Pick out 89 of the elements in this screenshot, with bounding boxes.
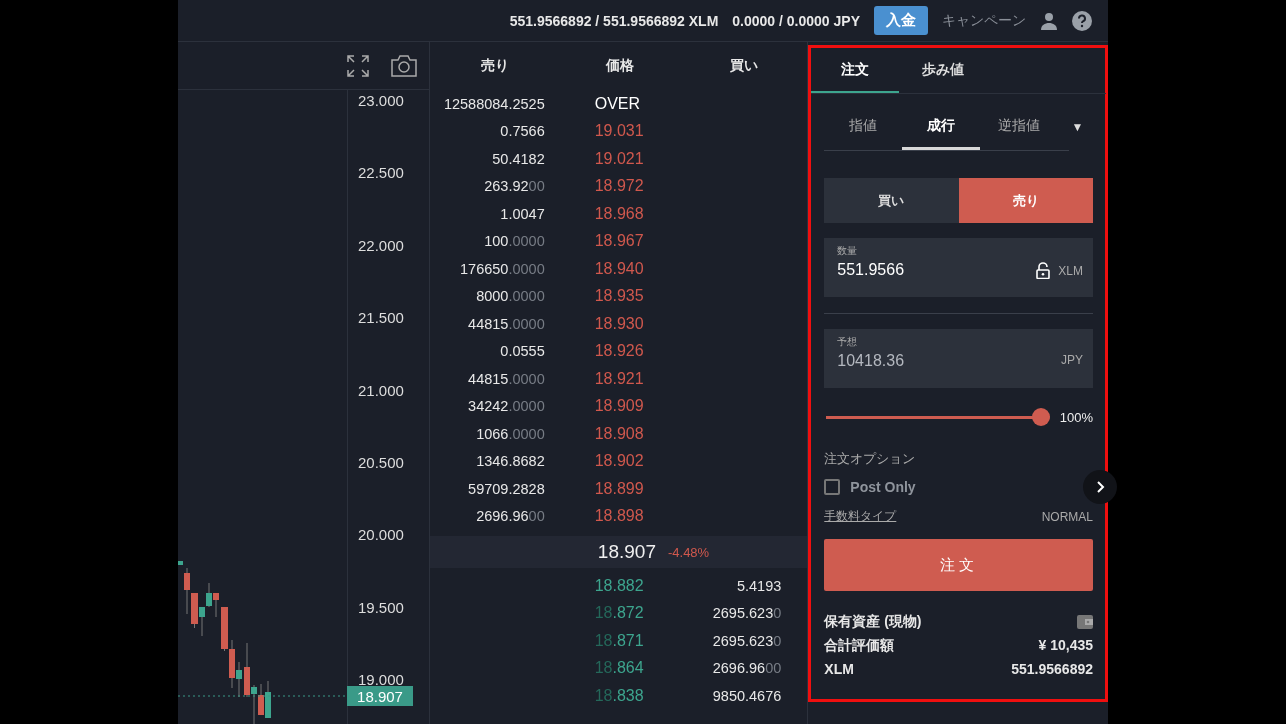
- amount-slider[interactable]: [826, 408, 1050, 426]
- axis-label: 21.000: [358, 381, 404, 399]
- lock-icon[interactable]: [1036, 262, 1051, 279]
- price-cell-text: 18.871: [593, 631, 645, 650]
- axis-label: 20.500: [358, 453, 404, 471]
- campaign-link[interactable]: キャンペーン: [942, 11, 1026, 30]
- amount-cell-text: 50.4182: [491, 150, 545, 167]
- price-cell-text: 18.921: [593, 369, 645, 388]
- price-cell-text: 18.926: [593, 342, 645, 361]
- amount-cell-text: 2696.9600: [475, 508, 545, 525]
- price-cell-text: 18.967: [593, 232, 645, 251]
- axis-label: 22.500: [358, 163, 404, 181]
- change-percent: -4.48%: [667, 544, 710, 560]
- price-cell-text: 18.902: [593, 452, 645, 471]
- order-type-tab[interactable]: 逆指値: [979, 104, 1058, 150]
- amount-cell-text: 44815.0000: [467, 315, 545, 332]
- amount-cell-text: 263.9200: [483, 178, 545, 195]
- chevron-right-icon: [1095, 481, 1105, 493]
- order-type-dropdown[interactable]: ▼: [1071, 104, 1084, 150]
- price-cell-text: 18.908: [593, 424, 645, 443]
- post-only-checkbox[interactable]: Post Only: [824, 479, 916, 495]
- amount-cell-text: 9850.4676: [711, 687, 783, 704]
- amount-cell-text: 0.7566: [499, 123, 545, 140]
- price-cell-text: 18.935: [593, 287, 645, 306]
- holding-value: ¥ 10,435: [1038, 637, 1093, 655]
- axis-label: 20.000: [358, 525, 404, 543]
- price-cell-text: 18.898: [593, 507, 645, 526]
- amount-cell-text: 8000.0000: [475, 288, 545, 305]
- column-header: 買い: [728, 57, 759, 75]
- holding-label: XLM: [824, 661, 854, 677]
- amount-cell-text: 176650.0000: [459, 260, 545, 277]
- fee-type-link[interactable]: 手数料タイプ: [824, 508, 897, 525]
- fullscreen-icon[interactable]: [346, 54, 369, 77]
- amount-cell-text: 44815.0000: [467, 370, 545, 387]
- tab[interactable]: 歩み値: [899, 48, 988, 93]
- last-price: 18.907: [597, 541, 656, 563]
- amount-cell-text: 2695.6230: [711, 605, 783, 622]
- amount-cell-text: 2695.6230: [711, 632, 783, 649]
- axis-label: 19.500: [358, 598, 404, 616]
- amount-cell-text: 100.0000: [483, 233, 545, 250]
- price-cell-text: 18.972: [593, 177, 645, 196]
- axis-label: 23.000: [358, 91, 404, 109]
- holding-label: 合計評価額: [824, 637, 895, 655]
- price-cell-text: 19.021: [593, 149, 645, 168]
- fee-type-value: NORMAL: [1041, 509, 1093, 524]
- amount-cell-text: 34242.0000: [467, 398, 545, 415]
- help-icon[interactable]: [1072, 10, 1092, 31]
- options-title: 注文オプション: [824, 450, 917, 468]
- column-header: 売り: [479, 57, 510, 75]
- price-cell-text: 18.930: [593, 314, 645, 333]
- last-price-tag: 18.907: [347, 686, 413, 706]
- camera-icon[interactable]: [390, 54, 417, 77]
- price-cell-text: 18.882: [593, 576, 645, 595]
- order-type-tab[interactable]: 成行: [902, 104, 980, 150]
- amount-cell-text: 1346.8682: [475, 453, 545, 470]
- amount-cell-text: 5.4193: [735, 577, 783, 594]
- amount-cell-text: 2696.9600: [711, 660, 783, 677]
- price-cell-text: 19.031: [593, 122, 645, 141]
- axis-label: 19.000: [358, 670, 404, 688]
- user-icon[interactable]: [1040, 11, 1058, 30]
- amount-cell-text: 1066.0000: [475, 425, 545, 442]
- holding-value: 551.9566892: [1011, 661, 1093, 677]
- amount-cell-text: 12588084.2525: [442, 95, 545, 112]
- price-cell-text: 18.968: [593, 204, 645, 223]
- column-header: 価格: [604, 57, 635, 75]
- order-button[interactable]: 注文: [824, 539, 1093, 591]
- side-toggle[interactable]: 売り: [958, 178, 1093, 223]
- price-cell-text: 18.864: [593, 659, 645, 678]
- amount-cell-text: 0.0555: [499, 343, 545, 360]
- slider-reading: 100%: [1059, 409, 1093, 425]
- balance-text: 551.9566892 / 551.9566892 XLM: [509, 12, 719, 29]
- side-toggle[interactable]: 買い: [824, 178, 959, 223]
- price-cell-text: 18.899: [593, 479, 645, 498]
- price-cell-text: OVER: [593, 94, 642, 113]
- price-cell-text: 18.940: [593, 259, 645, 278]
- next-button[interactable]: [1083, 470, 1117, 504]
- slider-thumb[interactable]: [1031, 408, 1050, 426]
- price-cell-text: 18.872: [593, 604, 645, 623]
- holdings-title: 保有資産 (現物): [824, 613, 922, 631]
- amount-cell-text: 59709.2828: [467, 480, 545, 497]
- balance-text: 0.0000 / 0.0000 JPY: [732, 12, 860, 29]
- axis-label: 21.500: [358, 308, 404, 326]
- tab[interactable]: 注文: [811, 48, 900, 93]
- price-cell-text: 18.838: [593, 686, 645, 705]
- order-type-tab[interactable]: 指値: [824, 104, 902, 150]
- axis-label: 22.000: [358, 236, 404, 254]
- amount-cell-text: 1.0047: [499, 205, 545, 222]
- quantity-field[interactable]: 数量 551.9566 XLM: [824, 238, 1093, 297]
- price-cell-text: 18.909: [593, 397, 645, 416]
